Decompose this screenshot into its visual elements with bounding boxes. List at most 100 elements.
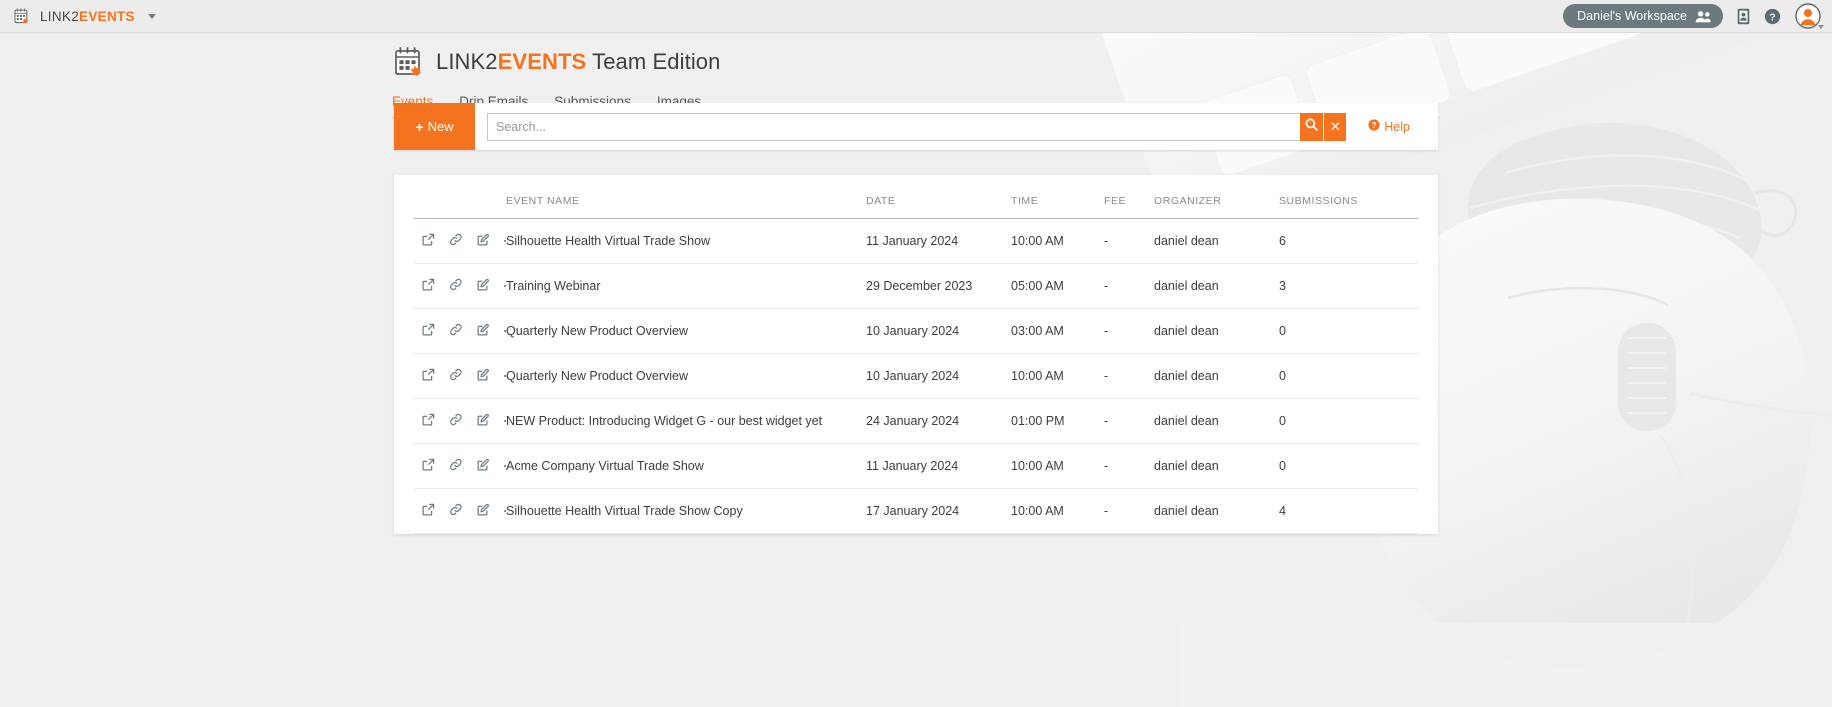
close-x-icon: ✕ [1329,119,1341,134]
chain-link-icon[interactable] [449,233,463,249]
cell-event-date: 10 January 2024 [866,308,1011,354]
row-actions-cell [414,443,506,489]
cell-event-date: 11 January 2024 [866,443,1011,489]
plus-icon: + [415,118,424,135]
external-link-icon[interactable] [422,413,435,429]
table-body: Silhouette Health Virtual Trade Show 11 J… [414,218,1418,534]
table-header-row: EVENT NAME DATE TIME FEE ORGANIZER SUBMI… [414,175,1418,219]
cell-event-name: Silhouette Health Virtual Trade Show Cop… [506,488,866,534]
table-row[interactable]: Quarterly New Product Overview 10 January… [414,308,1418,354]
chain-link-icon[interactable] [449,503,463,519]
cell-event-time: 01:00 PM [1011,398,1104,444]
column-header-actions [414,175,506,219]
events-table-card: EVENT NAME DATE TIME FEE ORGANIZER SUBMI… [394,175,1438,534]
table-row[interactable]: Quarterly New Product Overview 10 January… [414,353,1418,399]
column-header-fee[interactable]: FEE [1104,175,1154,219]
cell-event-submissions: 3 [1279,263,1418,309]
row-actions [414,278,506,294]
cell-event-date: 24 January 2024 [866,398,1011,444]
external-link-icon[interactable] [422,503,435,519]
chain-link-icon[interactable] [449,323,463,339]
new-button-label: New [427,119,454,134]
table-row[interactable]: Silhouette Health Virtual Trade Show Cop… [414,488,1418,534]
cell-event-name: Quarterly New Product Overview [506,308,866,354]
topbar-brand-group[interactable]: LINK2EVENTS [0,7,156,26]
table-row[interactable]: Training Webinar 29 December 2023 05:00 AM… [414,263,1418,309]
help-label: Help [1384,119,1410,134]
calendar-star-icon [392,45,426,79]
search-clear-button[interactable]: ✕ [1323,112,1347,141]
help-link[interactable]: ? Help [1346,119,1428,134]
search-input[interactable] [487,112,1301,141]
question-circle-icon: ? [1368,119,1380,134]
edit-pencil-icon[interactable] [477,503,490,519]
cell-event-time: 03:00 AM [1011,308,1104,354]
chevron-down-icon[interactable] [147,13,156,19]
page-content: LINK2EVENTS Team Edition Events Drip Ema… [0,33,1832,707]
table-row[interactable]: Silhouette Health Virtual Trade Show 11 J… [414,218,1418,264]
chain-link-icon[interactable] [449,458,463,474]
page-title-prefix: LINK2 [436,49,498,74]
chain-link-icon[interactable] [449,278,463,294]
row-actions-cell [414,353,506,399]
column-header-submissions[interactable]: SUBMISSIONS [1279,175,1418,219]
page-title: LINK2EVENTS Team Edition [436,49,720,75]
cell-event-submissions: 0 [1279,308,1418,354]
edit-pencil-icon[interactable] [477,323,490,339]
cell-event-submissions: 0 [1279,353,1418,399]
question-circle-icon[interactable]: ? [1764,8,1781,25]
cell-event-time: 10:00 AM [1011,443,1104,489]
cell-event-time: 10:00 AM [1011,218,1104,264]
toolbar: + New ✕ ? [394,103,1438,150]
edit-pencil-icon[interactable] [477,413,490,429]
cell-event-organizer: daniel dean [1154,218,1279,264]
row-actions-cell [414,218,506,264]
external-link-icon[interactable] [422,458,435,474]
search-icon [1305,118,1319,136]
svg-text:?: ? [1372,121,1377,130]
new-event-button[interactable]: + New [394,103,475,150]
column-header-time[interactable]: TIME [1011,175,1104,219]
cell-event-submissions: 6 [1279,218,1418,264]
edit-pencil-icon[interactable] [477,233,490,249]
cell-event-time: 05:00 AM [1011,263,1104,309]
cell-event-name: Quarterly New Product Overview [506,353,866,399]
global-topbar: LINK2EVENTS Daniel's Workspace ? [0,0,1832,33]
cell-event-fee: - [1104,308,1154,354]
row-actions [414,503,506,519]
avatar[interactable] [1795,3,1824,29]
chain-link-icon[interactable] [449,368,463,384]
external-link-icon[interactable] [422,323,435,339]
calendar-star-icon [12,7,31,26]
chain-link-icon[interactable] [449,413,463,429]
external-link-icon[interactable] [422,278,435,294]
search-submit-button[interactable] [1300,112,1324,141]
cell-event-date: 11 January 2024 [866,218,1011,264]
edit-pencil-icon[interactable] [477,458,490,474]
table-head: EVENT NAME DATE TIME FEE ORGANIZER SUBMI… [414,175,1418,219]
brand-prefix: LINK2 [40,8,80,24]
cell-event-date: 17 January 2024 [866,488,1011,534]
column-header-date[interactable]: DATE [866,175,1011,219]
cell-event-name: NEW Product: Introducing Widget G - our … [506,398,866,444]
events-table: EVENT NAME DATE TIME FEE ORGANIZER SUBMI… [414,175,1418,534]
contact-card-icon[interactable] [1737,8,1750,25]
column-header-organizer[interactable]: ORGANIZER [1154,175,1279,219]
column-header-event-name[interactable]: EVENT NAME [506,175,866,219]
edit-pencil-icon[interactable] [477,278,490,294]
workspace-switcher-button[interactable]: Daniel's Workspace [1563,4,1723,28]
cell-event-date: 29 December 2023 [866,263,1011,309]
cell-event-fee: - [1104,443,1154,489]
external-link-icon[interactable] [422,368,435,384]
cell-event-organizer: daniel dean [1154,353,1279,399]
table-row[interactable]: Acme Company Virtual Trade Show 11 Januar… [414,443,1418,489]
cell-event-fee: - [1104,263,1154,309]
people-icon [1695,10,1712,23]
table-row[interactable]: NEW Product: Introducing Widget G - our … [414,398,1418,444]
edit-pencil-icon[interactable] [477,368,490,384]
external-link-icon[interactable] [422,233,435,249]
cell-event-fee: - [1104,353,1154,399]
cell-event-organizer: daniel dean [1154,398,1279,444]
cell-event-name: Training Webinar [506,263,866,309]
cell-event-fee: - [1104,398,1154,444]
